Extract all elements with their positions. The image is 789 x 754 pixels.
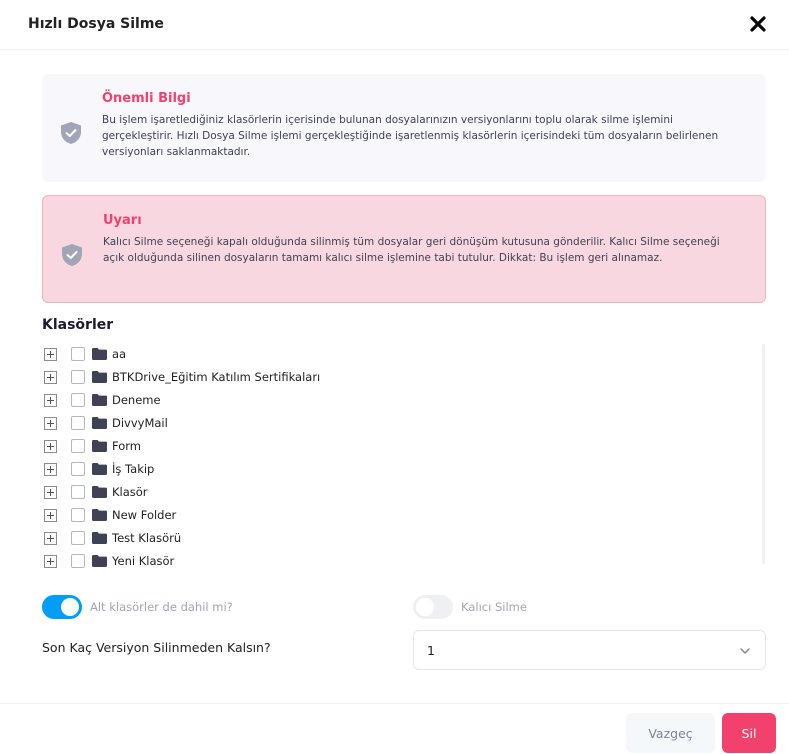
plus-square-icon[interactable] [44, 531, 57, 545]
info-alert-title: Önemli Bilgi [102, 91, 191, 106]
warning-alert-text: Kalıcı Silme seçeneği kapalı olduğunda s… [103, 236, 720, 264]
tree-item-label: Klasör [112, 485, 148, 499]
tree-item[interactable]: DivvyMail [42, 413, 168, 433]
plus-square-icon[interactable] [44, 439, 57, 453]
delete-button[interactable]: Sil [722, 713, 776, 753]
toggle-knob [416, 598, 434, 616]
warning-alert-title: Uyarı [103, 213, 142, 228]
tree-item-label: DivvyMail [112, 416, 168, 430]
close-icon[interactable] [747, 13, 769, 35]
folder-tree: aa BTKDrive_Eğitim Katılım Sertifikaları… [42, 341, 766, 579]
tree-item[interactable]: Yeni Klasör [42, 551, 174, 571]
plus-square-icon[interactable] [44, 554, 57, 568]
versions-select[interactable]: 1 [413, 630, 766, 670]
tree-item[interactable]: Form [42, 436, 141, 456]
folder-icon [92, 532, 107, 544]
tree-item-label: Yeni Klasör [112, 554, 175, 568]
tree-item-label: Deneme [112, 393, 161, 407]
folders-title: Klasörler [42, 317, 114, 333]
tree-item-label: aa [112, 347, 127, 361]
shield-check-icon [62, 244, 82, 266]
tree-item[interactable]: İş Takip [42, 459, 154, 479]
folder-checkbox[interactable] [71, 370, 85, 384]
plus-square-icon[interactable] [44, 370, 57, 384]
folder-icon [92, 555, 107, 567]
cancel-button[interactable]: Vazgeç [626, 713, 715, 753]
folder-icon [92, 371, 107, 383]
plus-square-icon[interactable] [44, 508, 57, 522]
folder-checkbox[interactable] [71, 416, 85, 430]
plus-square-icon[interactable] [44, 462, 57, 476]
folder-icon [92, 394, 107, 406]
dialog-header: Hızlı Dosya Silme [0, 0, 789, 50]
folder-checkbox[interactable] [71, 485, 85, 499]
folder-icon [92, 509, 107, 521]
folder-icon [92, 463, 107, 475]
folder-checkbox[interactable] [71, 531, 85, 545]
tree-item[interactable]: aa [42, 344, 126, 364]
tree-item[interactable]: Test Klasörü [42, 528, 181, 548]
dialog-title: Hızlı Dosya Silme [28, 16, 164, 32]
tree-item-label: İş Takip [112, 462, 155, 476]
folder-checkbox[interactable] [71, 393, 85, 407]
tree-item[interactable]: New Folder [42, 505, 176, 525]
folder-icon [92, 348, 107, 360]
folder-checkbox[interactable] [71, 462, 85, 476]
plus-square-icon[interactable] [44, 485, 57, 499]
tree-item-label: Form [112, 439, 141, 453]
info-alert: Önemli Bilgi Bu işlem işaretlediğiniz kl… [42, 74, 766, 182]
permanent-delete-label: Kalıcı Silme [461, 600, 527, 614]
tree-item-label: New Folder [112, 508, 177, 522]
tree-item[interactable]: BTKDrive_Eğitim Katılım Sertifikaları [42, 367, 320, 387]
include-subfolders-toggle[interactable] [42, 595, 82, 619]
folder-checkbox[interactable] [71, 347, 85, 361]
folder-checkbox[interactable] [71, 439, 85, 453]
plus-square-icon[interactable] [44, 393, 57, 407]
info-alert-text: Bu işlem işaretlediğiniz klasörlerin içe… [102, 114, 719, 158]
warning-alert: Uyarı Kalıcı Silme seçeneği kapalı olduğ… [42, 195, 766, 303]
plus-square-icon[interactable] [44, 416, 57, 430]
plus-square-icon[interactable] [44, 347, 57, 361]
permanent-delete-toggle[interactable] [413, 595, 453, 619]
tree-item[interactable]: Klasör [42, 482, 148, 502]
folder-icon [92, 417, 107, 429]
footer-divider [0, 703, 789, 704]
include-subfolders-label: Alt klasörler de dahil mi? [90, 600, 233, 614]
folder-icon [92, 486, 107, 498]
folder-checkbox[interactable] [71, 554, 85, 568]
tree-item-label: BTKDrive_Eğitim Katılım Sertifikaları [112, 370, 321, 384]
toggle-knob [61, 598, 79, 616]
tree-scrollbar[interactable] [762, 344, 765, 564]
shield-check-icon [61, 122, 81, 144]
versions-select-value: 1 [427, 643, 435, 658]
folder-icon [92, 440, 107, 452]
tree-item-label: Test Klasörü [112, 531, 182, 545]
folder-checkbox[interactable] [71, 508, 85, 522]
tree-item[interactable]: Deneme [42, 390, 161, 410]
chevron-down-icon [740, 648, 750, 654]
versions-label: Son Kaç Versiyon Silinmeden Kalsın? [42, 640, 271, 655]
